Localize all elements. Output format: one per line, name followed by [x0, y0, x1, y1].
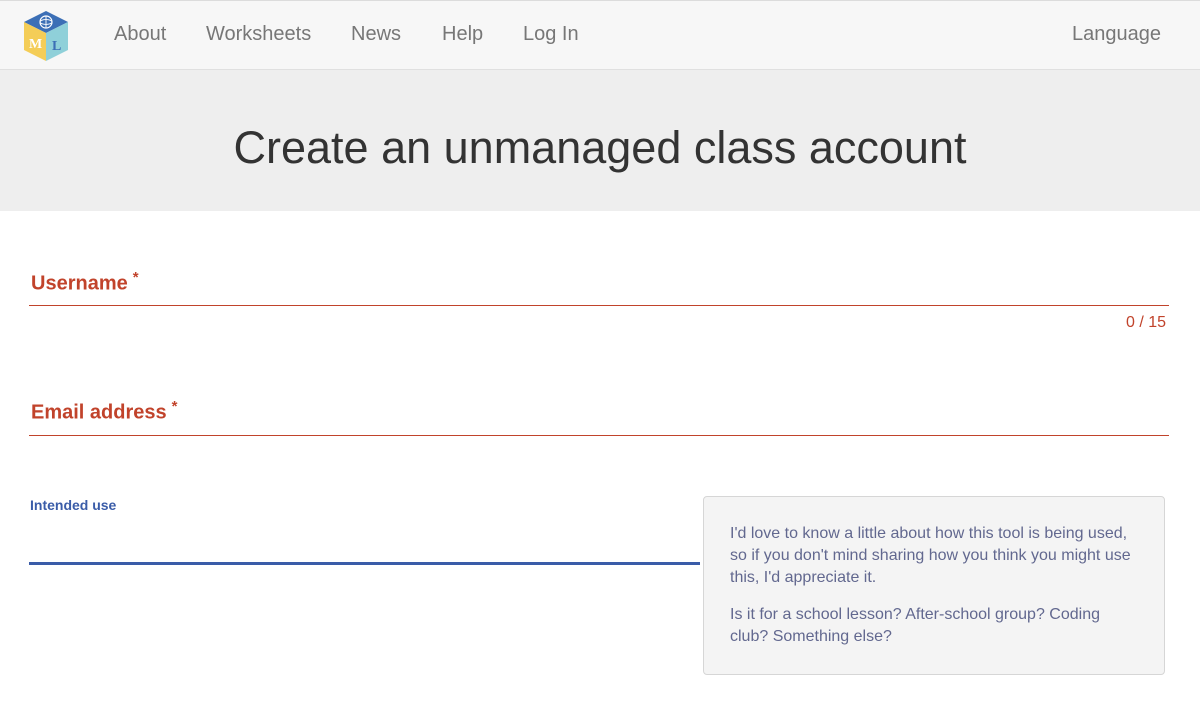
top-navigation-bar: M L About Worksheets News Help Log In La… [0, 0, 1200, 70]
page-header-banner: Create an unmanaged class account [0, 70, 1200, 211]
email-input[interactable] [31, 403, 1167, 433]
nav-worksheets-link[interactable]: Worksheets [206, 23, 311, 46]
nav-login-link[interactable]: Log In [523, 23, 579, 46]
intended-use-input[interactable] [29, 528, 700, 565]
language-menu[interactable]: Language [1072, 23, 1161, 46]
svg-text:L: L [52, 39, 61, 54]
nav-help-link[interactable]: Help [442, 23, 483, 46]
nav-about-link[interactable]: About [114, 23, 166, 46]
ml-cube-logo-icon[interactable]: M L [21, 9, 71, 63]
intended-use-help-box: I'd love to know a little about how this… [703, 496, 1165, 675]
nav-news-link[interactable]: News [351, 23, 401, 46]
help-text-paragraph: Is it for a school lesson? After-school … [730, 606, 1100, 645]
svg-text:M: M [29, 37, 42, 52]
page-title: Create an unmanaged class account [233, 122, 967, 173]
intended-use-label: Intended use [30, 497, 117, 513]
username-underline [29, 305, 1169, 306]
email-underline [29, 435, 1169, 436]
help-text-paragraph: I'd love to know a little about how this… [730, 525, 1131, 586]
username-character-counter: 0 / 15 [1125, 314, 1166, 331]
username-input[interactable] [31, 274, 1167, 304]
